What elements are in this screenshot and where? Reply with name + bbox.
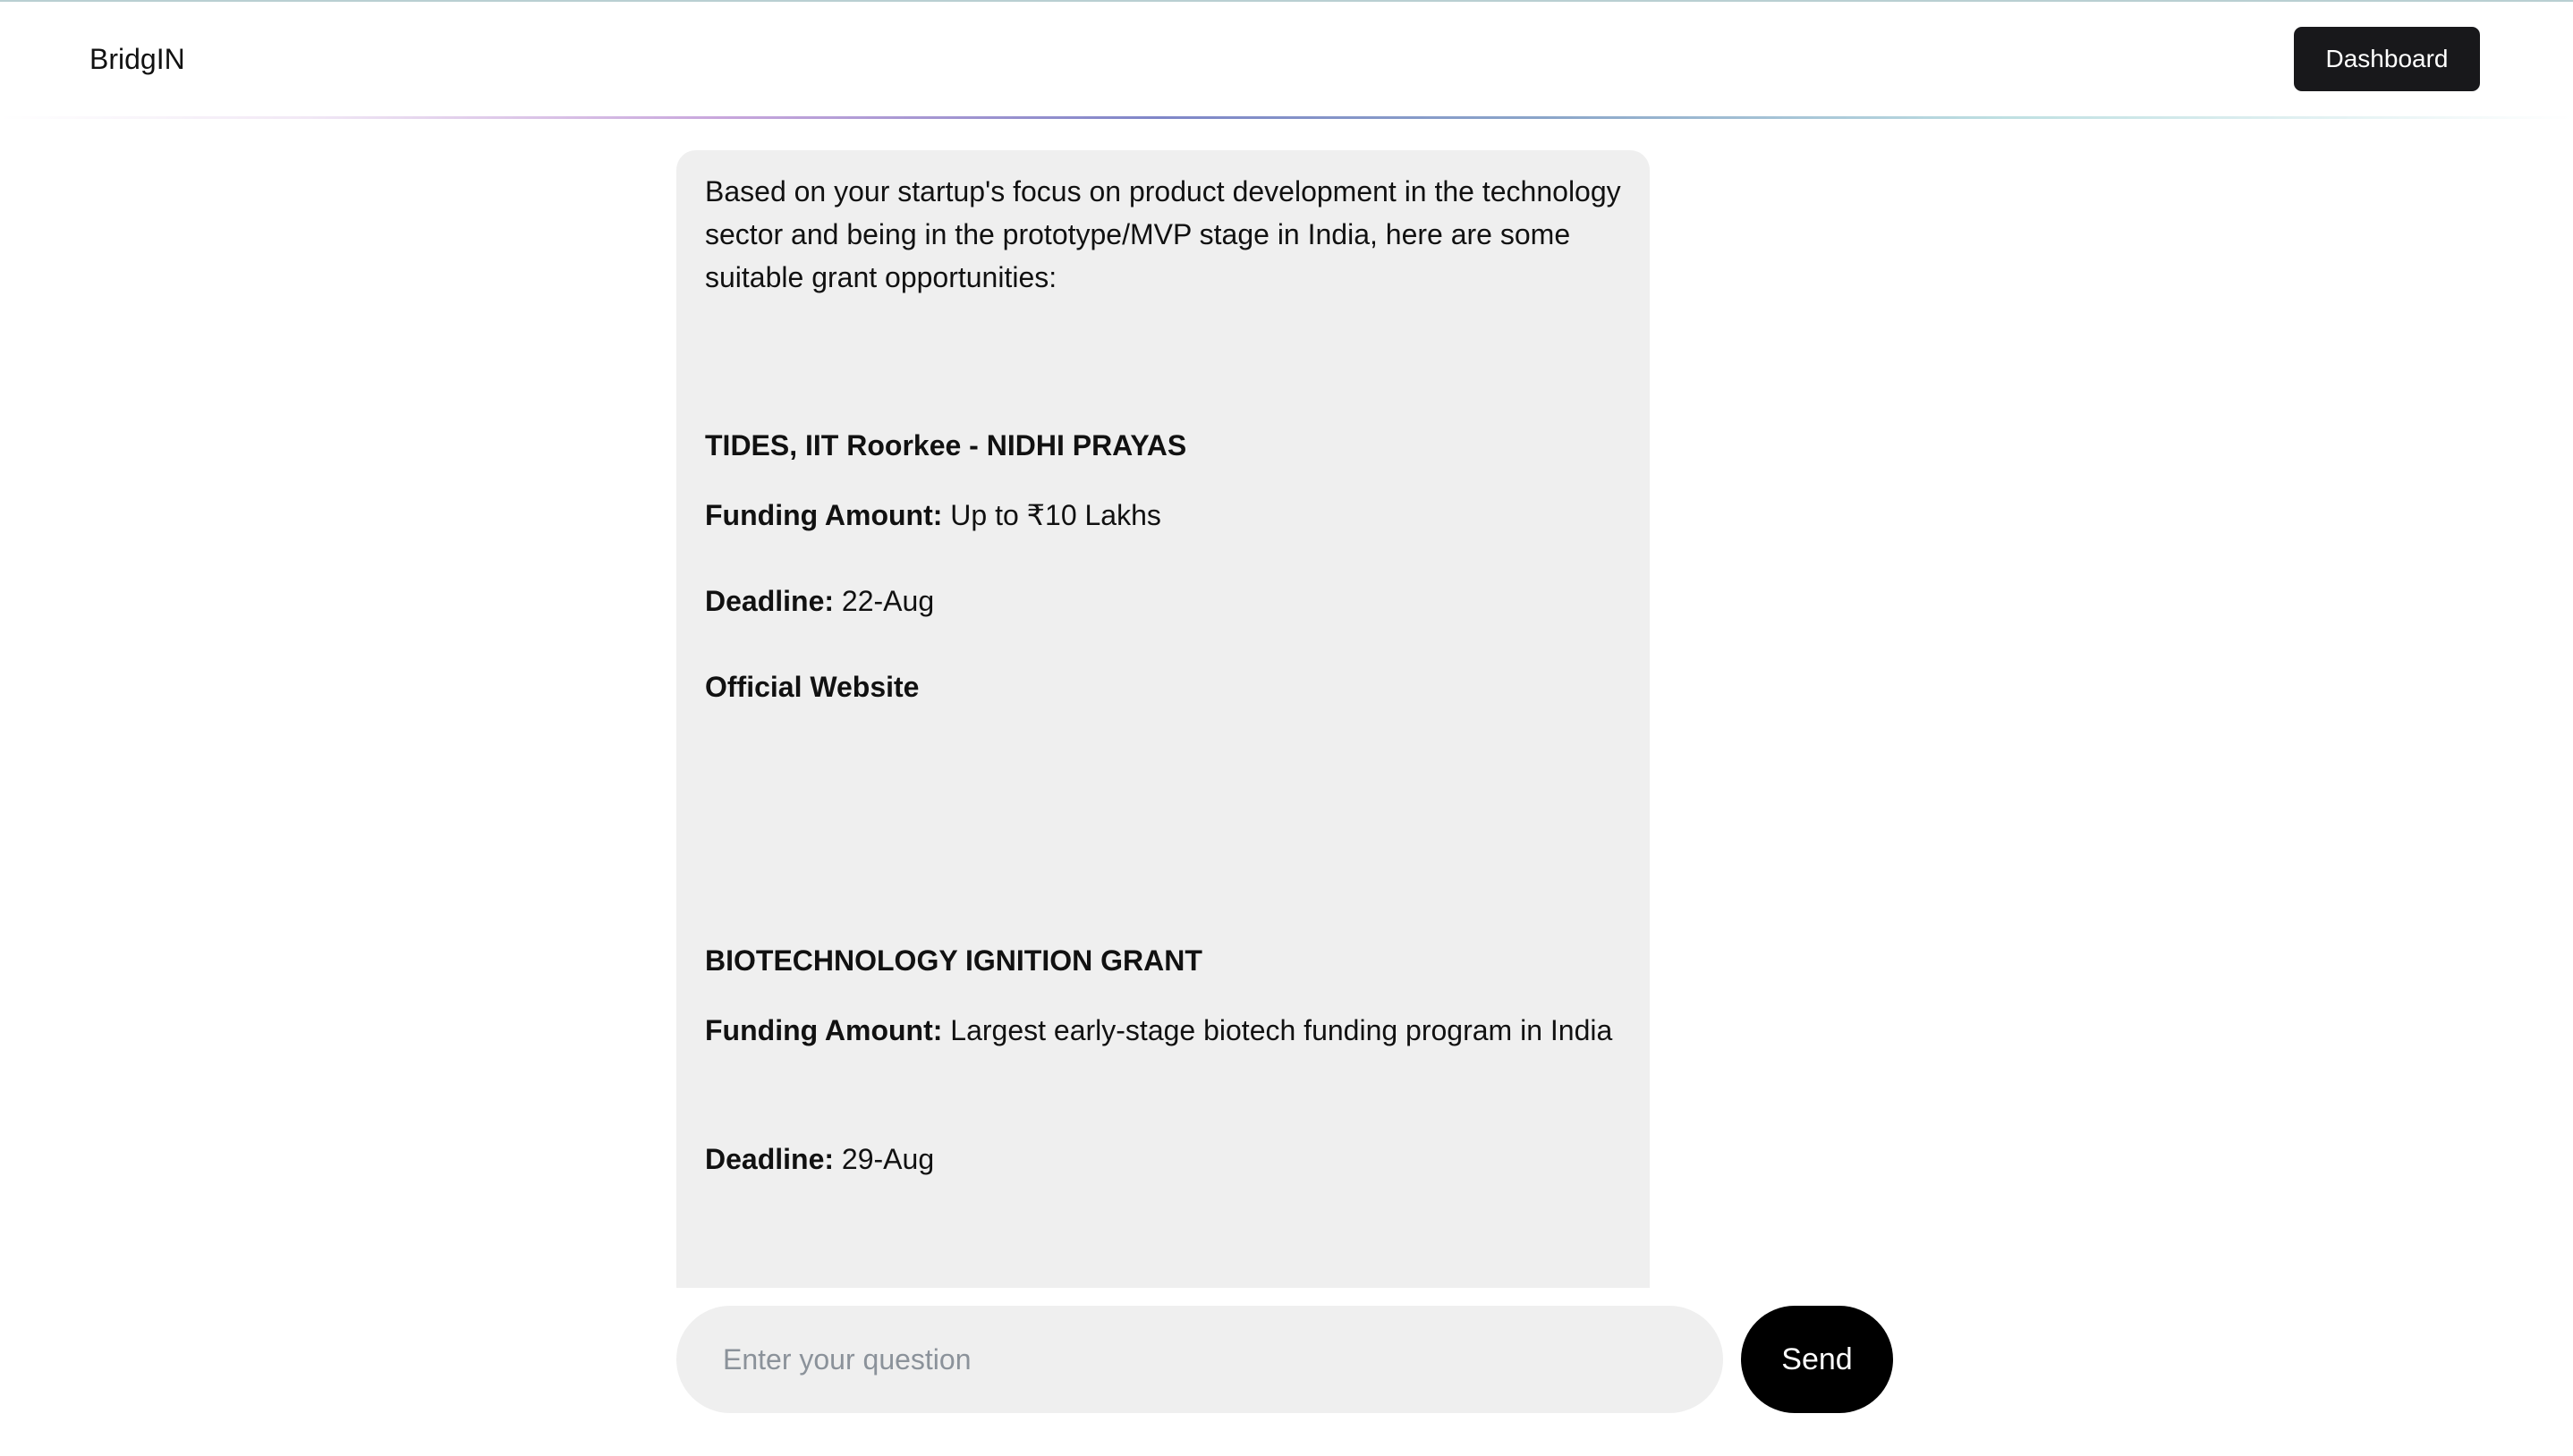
assistant-intro-message: Based on your startup's focus on product… <box>705 175 1621 293</box>
official-website-link[interactable]: Official Website <box>705 665 1621 708</box>
grant-deadline-line: Deadline: 29-Aug <box>705 1138 1621 1181</box>
grant-funding-line: Funding Amount: Up to ₹10 Lakhs <box>705 494 1621 537</box>
deadline-value: 29-Aug <box>834 1143 935 1175</box>
brand-logo-text[interactable]: BridgIN <box>89 41 185 77</box>
deadline-value: 22-Aug <box>834 585 935 617</box>
deadline-label: Deadline: <box>705 585 835 617</box>
chat-response-panel[interactable]: Based on your startup's focus on product… <box>676 150 1650 1288</box>
top-header: BridgIN Dashboard <box>0 2 2573 119</box>
grant-title: TIDES, IIT Roorkee - NIDHI PRAYAS <box>705 429 1187 461</box>
funding-label: Funding Amount: <box>705 1014 943 1046</box>
grant-title: BIOTECHNOLOGY IGNITION GRANT <box>705 944 1202 977</box>
send-button[interactable]: Send <box>1741 1306 1893 1413</box>
question-input[interactable] <box>676 1306 1723 1413</box>
funding-label: Funding Amount: <box>705 499 943 531</box>
grant-deadline-line: Deadline: 22-Aug <box>705 580 1621 622</box>
dashboard-button[interactable]: Dashboard <box>2294 27 2480 91</box>
deadline-label: Deadline: <box>705 1143 835 1175</box>
header-gradient-divider <box>0 116 2573 119</box>
funding-value: Largest early-stage biotech funding prog… <box>942 1014 1613 1046</box>
grant-funding-line: Funding Amount: Largest early-stage biot… <box>705 1009 1621 1052</box>
funding-value: Up to ₹10 Lakhs <box>942 499 1161 531</box>
